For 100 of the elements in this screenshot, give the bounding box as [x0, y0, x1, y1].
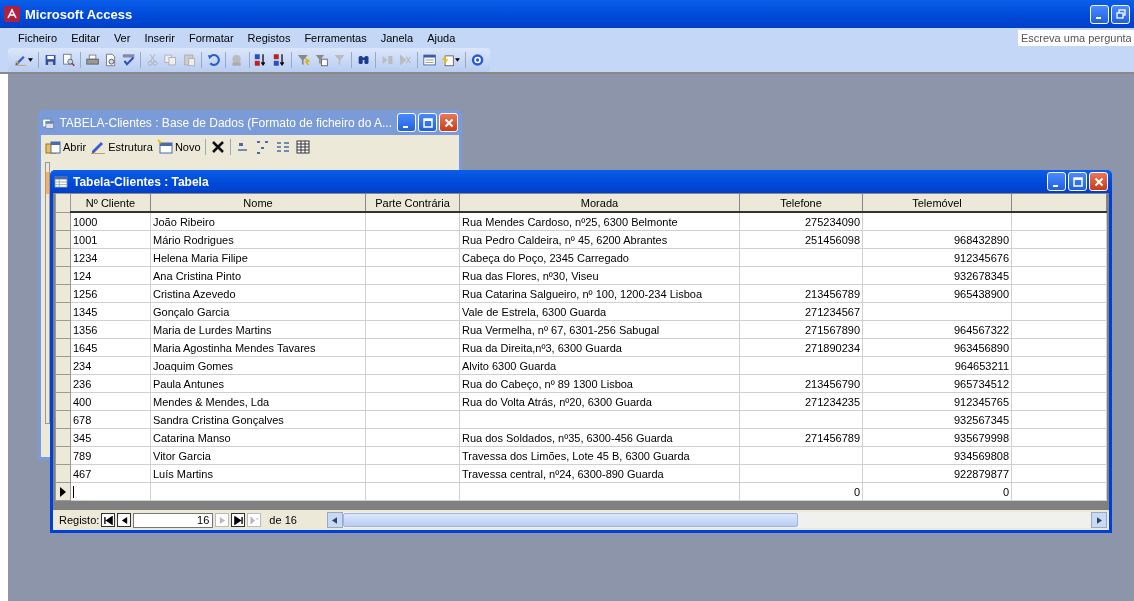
file-search-icon[interactable] — [62, 52, 76, 68]
table-cell: Maria de Lurdes Martins — [153, 323, 272, 336]
table-cell: 963456890 — [953, 341, 1009, 354]
table-cell: 213456790 — [804, 377, 860, 390]
record-label: Registo: — [59, 514, 100, 526]
minimize-button[interactable] — [397, 113, 416, 132]
table-cell: Rua da Direita,nº3, 6300 Guarda — [462, 341, 622, 354]
close-button[interactable] — [439, 113, 458, 132]
table-cell: 275234090 — [804, 215, 860, 228]
scroll-right-button[interactable] — [1091, 512, 1107, 528]
table-cell: 932567345 — [953, 413, 1009, 426]
maximize-icon — [1072, 176, 1083, 187]
table-cell: Alvito 6300 Guarda — [462, 359, 557, 372]
save-icon[interactable] — [43, 52, 58, 68]
table-cell: 234 — [73, 359, 92, 372]
menu-item[interactable]: Inserir — [138, 30, 181, 46]
toolbar-button[interactable]: Novo — [156, 139, 201, 155]
caret-icon[interactable] — [455, 58, 461, 62]
right-arrow-icon — [1096, 516, 1102, 524]
scroll-left-button[interactable] — [326, 512, 343, 528]
undo-icon[interactable] — [206, 52, 220, 68]
table-cell: Rua dos Soldados, nº35, 6300-456 Guarda — [462, 431, 673, 444]
table-cell: 1001 — [73, 233, 98, 246]
table-cell: 968432890 — [953, 233, 1009, 246]
menu-item[interactable]: Registos — [241, 30, 297, 46]
table-cell: 935679998 — [953, 431, 1009, 444]
toolbar-button[interactable]: Estrutura — [90, 139, 153, 155]
design-icon[interactable] — [90, 139, 107, 155]
table-cell: Sandra Cristina Gonçalves — [153, 413, 284, 426]
close-button[interactable] — [1089, 172, 1108, 191]
database-window-icon[interactable] — [422, 52, 436, 68]
print-icon[interactable] — [86, 52, 100, 68]
table-cell: 400 — [73, 395, 92, 408]
table-cell: Rua Vermelha, nº 67, 6301-256 Sabugal — [462, 323, 660, 336]
table-cell: 271456789 — [804, 431, 860, 444]
toolbar-button[interactable]: Abrir — [45, 139, 87, 155]
first-record-button[interactable] — [101, 513, 116, 527]
column-header[interactable]: Telemóvel — [862, 193, 1012, 212]
delete-icon[interactable] — [209, 139, 226, 155]
table-cell: 1000 — [73, 215, 98, 228]
question-field[interactable]: Escreva uma pergunta — [1018, 30, 1134, 46]
table-cell: Joaquim Gomes — [153, 359, 234, 372]
small-icons-icon[interactable] — [254, 139, 271, 155]
record-number-field[interactable]: 16 — [133, 512, 214, 528]
minimize-icon — [1053, 184, 1058, 187]
details-icon[interactable] — [294, 139, 311, 155]
column-header[interactable]: Morada — [459, 193, 740, 212]
table-cell: 213456789 — [804, 287, 860, 300]
sort-ascending-icon[interactable] — [254, 52, 268, 68]
sort-descending-icon[interactable] — [272, 52, 286, 68]
select-all-button[interactable] — [55, 193, 71, 212]
table-cell: Gonçalo Garcia — [153, 305, 230, 318]
minimize-icon — [403, 125, 408, 128]
last-record-button[interactable] — [231, 513, 246, 527]
table-cell: 271234235 — [804, 395, 860, 408]
filter-selection-icon[interactable] — [296, 52, 310, 68]
table-cell: 236 — [73, 377, 92, 390]
restore-button[interactable] — [1111, 4, 1130, 24]
window-title: TABELA-Clientes : Base de Dados (Formato de ficheiro do A... — [59, 115, 392, 130]
column-header[interactable]: Nº Cliente — [70, 193, 151, 212]
new-icon[interactable] — [156, 139, 173, 155]
table-cell: Cristina Azevedo — [153, 287, 236, 300]
scroll-thumb[interactable] — [342, 513, 798, 527]
maximize-icon — [422, 117, 433, 128]
menu-item[interactable]: Ficheiro — [12, 30, 64, 46]
menu-item[interactable]: Formatar — [182, 30, 240, 46]
window-title: Microsoft Access — [25, 6, 134, 22]
next-record-icon — [217, 515, 227, 525]
table-cell: Travessa central, nº24, 6300-890 Guarda — [462, 467, 664, 480]
table-cell: 1345 — [73, 305, 98, 318]
table-cell: 0 — [1002, 485, 1009, 498]
column-header[interactable]: Parte Contrária — [365, 193, 460, 212]
menu-item[interactable]: Editar — [65, 30, 106, 46]
new-object-icon[interactable] — [441, 52, 455, 68]
new-record-icon — [249, 515, 259, 525]
menu-item[interactable]: Ferramentas — [298, 30, 373, 46]
filter-form-icon[interactable] — [314, 52, 328, 68]
table-cell: 1256 — [73, 287, 98, 300]
help-icon[interactable] — [470, 52, 485, 68]
maximize-button[interactable] — [1068, 172, 1087, 191]
horizontal-scrollbar[interactable] — [326, 512, 1107, 528]
menu-item[interactable]: Janela — [374, 30, 420, 46]
close-icon — [1093, 176, 1104, 187]
maximize-button[interactable] — [418, 113, 437, 132]
table-cell: 965734512 — [953, 377, 1009, 390]
table-cell: Catarina Manso — [153, 431, 231, 444]
minimize-button[interactable] — [1090, 4, 1109, 24]
column-header[interactable]: Telefone — [739, 193, 863, 212]
table-cell: Rua do Cabeço, nº 89 1300 Lisboa — [462, 377, 633, 390]
list-icon[interactable] — [274, 139, 291, 155]
caret-icon[interactable] — [28, 58, 34, 62]
table-cell: Rua Catarina Salgueiro, nº 100, 1200-234 Lisboa — [462, 287, 703, 300]
previous-record-button[interactable] — [117, 513, 132, 527]
minimize-button[interactable] — [1047, 172, 1066, 191]
menu-item[interactable]: Ver — [107, 30, 137, 46]
menu-item[interactable]: Ajuda — [421, 30, 462, 46]
open-icon[interactable] — [45, 139, 61, 155]
spelling-icon[interactable] — [122, 52, 136, 68]
column-header[interactable]: Nome — [150, 193, 366, 212]
print-preview-icon[interactable] — [104, 52, 118, 68]
